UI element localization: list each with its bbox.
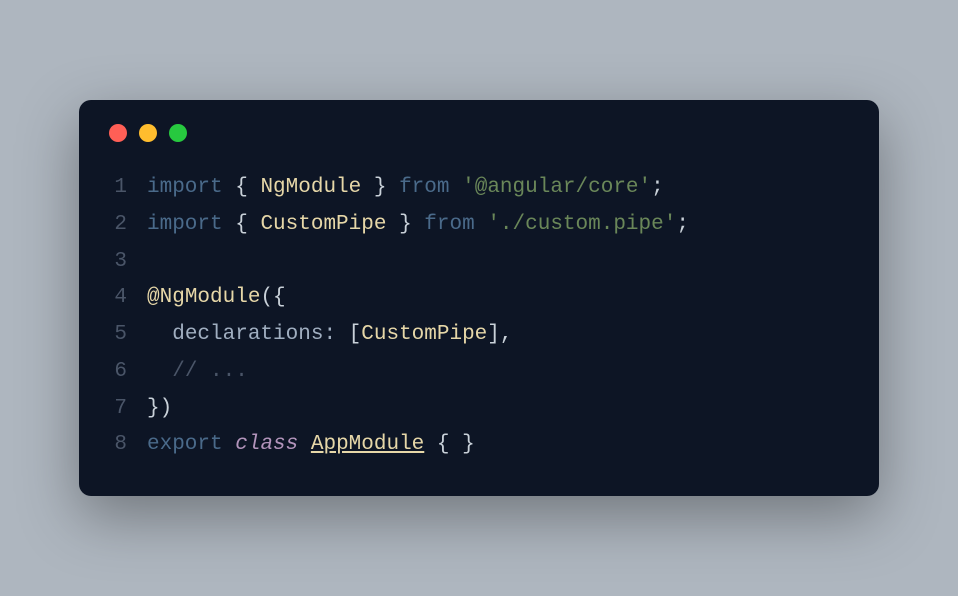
- line-content: // ...: [147, 354, 851, 391]
- paren-brace: ({: [260, 286, 285, 309]
- comment: // ...: [172, 360, 248, 383]
- code-window: 1 import { NgModule } from '@angular/cor…: [79, 100, 879, 496]
- line-content: export class AppModule { }: [147, 427, 851, 464]
- line-content: @NgModule({: [147, 280, 851, 317]
- semicolon: ;: [676, 213, 689, 236]
- line-number: 1: [107, 170, 147, 207]
- code-line: 7 }): [107, 391, 851, 428]
- code-line: 1 import { NgModule } from '@angular/cor…: [107, 170, 851, 207]
- code-line: 8 export class AppModule { }: [107, 427, 851, 464]
- code-line: 6 // ...: [107, 354, 851, 391]
- line-number: 3: [107, 244, 147, 281]
- class-name: AppModule: [311, 433, 424, 456]
- braces: { }: [437, 433, 475, 456]
- bracket: ],: [487, 323, 512, 346]
- code-line: 3: [107, 244, 851, 281]
- line-content: [147, 244, 851, 281]
- line-number: 7: [107, 391, 147, 428]
- keyword-import: import: [147, 176, 223, 199]
- decorator-at: @: [147, 286, 160, 309]
- code-line: 5 declarations: [CustomPipe],: [107, 317, 851, 354]
- keyword-import: import: [147, 213, 223, 236]
- brace: {: [223, 213, 261, 236]
- minimize-icon[interactable]: [139, 124, 157, 142]
- string-literal: './custom.pipe': [487, 213, 676, 236]
- property-name: declarations:: [172, 323, 348, 346]
- paren-brace: }): [147, 397, 172, 420]
- code-block: 1 import { NgModule } from '@angular/cor…: [107, 170, 851, 464]
- line-number: 4: [107, 280, 147, 317]
- line-content: import { CustomPipe } from './custom.pip…: [147, 207, 851, 244]
- maximize-icon[interactable]: [169, 124, 187, 142]
- line-number: 5: [107, 317, 147, 354]
- keyword-from: from: [424, 213, 474, 236]
- keyword-class: class: [235, 433, 298, 456]
- bracket: [: [349, 323, 362, 346]
- decorator-name: NgModule: [160, 286, 261, 309]
- identifier: CustomPipe: [260, 213, 386, 236]
- keyword-from: from: [399, 176, 449, 199]
- brace: {: [223, 176, 261, 199]
- string-literal: '@angular/core': [462, 176, 651, 199]
- line-content: }): [147, 391, 851, 428]
- identifier: CustomPipe: [361, 323, 487, 346]
- identifier: NgModule: [260, 176, 361, 199]
- brace: }: [361, 176, 399, 199]
- window-controls: [109, 124, 851, 142]
- code-line: 4 @NgModule({: [107, 280, 851, 317]
- close-icon[interactable]: [109, 124, 127, 142]
- line-number: 6: [107, 354, 147, 391]
- keyword-export: export: [147, 433, 223, 456]
- semicolon: ;: [651, 176, 664, 199]
- brace: }: [386, 213, 424, 236]
- line-number: 2: [107, 207, 147, 244]
- line-content: import { NgModule } from '@angular/core'…: [147, 170, 851, 207]
- line-number: 8: [107, 427, 147, 464]
- code-line: 2 import { CustomPipe } from './custom.p…: [107, 207, 851, 244]
- line-content: declarations: [CustomPipe],: [147, 317, 851, 354]
